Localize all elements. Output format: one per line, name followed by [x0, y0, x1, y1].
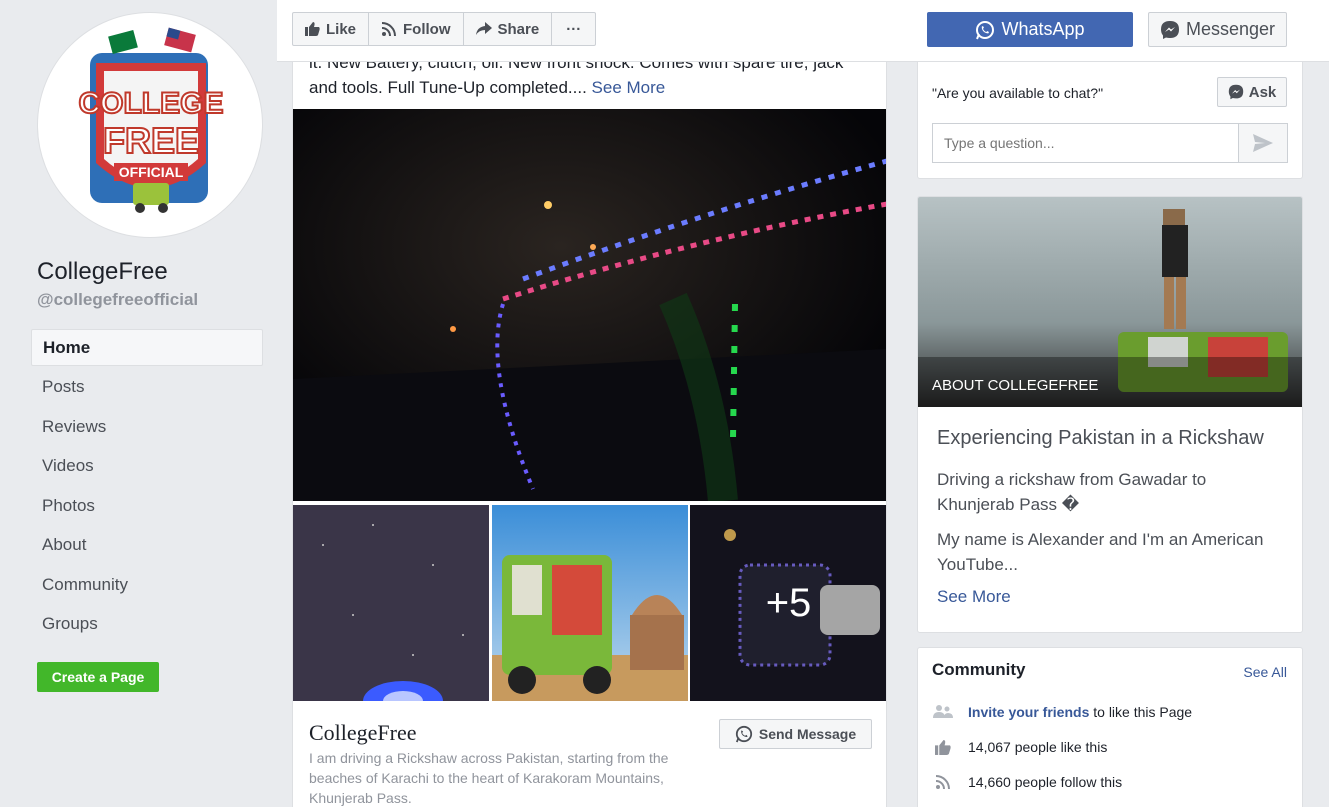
about-see-more-link[interactable]: See More — [937, 587, 1011, 607]
svg-text:OFFICIAL: OFFICIAL — [119, 164, 184, 180]
more-icon: ··· — [566, 20, 582, 38]
about-label: ABOUT COLLEGEFREE — [932, 377, 1099, 394]
share-arrow-icon — [475, 22, 492, 35]
nav-item-groups[interactable]: Groups — [31, 605, 263, 645]
share-label: Share — [497, 20, 540, 38]
post-text: it. New Battery, clutch, oil. New front … — [309, 62, 874, 100]
thumbnail-starry-sky[interactable] — [293, 505, 489, 701]
nav-item-posts[interactable]: Posts — [31, 368, 263, 408]
svg-text:COLLEGE: COLLEGE — [78, 87, 223, 120]
messenger-label: Messenger — [1185, 19, 1276, 39]
chat-suggested-question[interactable]: "Are you available to chat?" — [932, 85, 1103, 101]
page-avatar[interactable]: COLLEGE FREE OFFICIAL — [37, 12, 263, 238]
messenger-icon — [1160, 20, 1179, 39]
post-column: it. New Battery, clutch, oil. New front … — [292, 62, 887, 807]
post-text-line-1: it. New Battery, clutch, oil. New front … — [309, 62, 844, 72]
left-sidebar: COLLEGE FREE OFFICIAL CollegeFree @colle… — [0, 0, 277, 807]
thumbs-up-icon — [932, 739, 954, 755]
nav-item-photos[interactable]: Photos — [31, 487, 263, 527]
about-cover-photo[interactable]: ABOUT COLLEGEFREE — [918, 197, 1302, 407]
chat-panel: "Are you available to chat?" Ask — [917, 62, 1303, 179]
page-card-title[interactable]: CollegeFree — [309, 720, 417, 746]
like-button[interactable]: Like — [293, 13, 370, 45]
page-nav: Home Posts Reviews Videos Photos About C… — [31, 329, 263, 645]
messenger-icon — [1228, 84, 1243, 100]
send-arrow-icon — [1253, 134, 1273, 152]
ask-button[interactable]: Ask — [1217, 77, 1287, 107]
follows-row: 14,660 people follow this — [932, 774, 1122, 790]
svg-text:FREE: FREE — [103, 120, 199, 161]
share-button[interactable]: Share — [464, 13, 553, 45]
rickshaw-desert-image — [492, 505, 688, 701]
nav-item-reviews[interactable]: Reviews — [31, 408, 263, 448]
thumbnail-more-photos[interactable]: +5 — [690, 505, 886, 701]
about-title[interactable]: Experiencing Pakistan in a Rickshaw — [937, 427, 1264, 450]
send-message-label: Send Message — [758, 726, 857, 742]
whatsapp-button[interactable]: WhatsApp — [927, 12, 1133, 47]
about-paragraph-2: My name is Alexander and I'm an American… — [937, 530, 1264, 574]
thumbnail-rickshaw-tomb[interactable] — [492, 505, 688, 701]
follow-button[interactable]: Follow — [369, 13, 464, 45]
likes-count: 14,067 people like this — [968, 739, 1108, 755]
post-text-line-2: and tools. Full Tune-Up completed.... Se… — [309, 78, 666, 97]
like-label: Like — [326, 20, 357, 38]
rss-icon — [932, 774, 954, 790]
night-rickshaw-lights-image — [293, 109, 886, 501]
page-action-bar: Like Follow Share ··· WhatsApp Messenger — [277, 0, 1329, 62]
follow-label: Follow — [403, 20, 451, 38]
about-panel: ABOUT COLLEGEFREE Experiencing Pakistan … — [917, 196, 1303, 633]
college-free-logo: COLLEGE FREE OFFICIAL — [77, 27, 225, 213]
more-options-button[interactable]: ··· — [552, 13, 595, 45]
send-message-button[interactable]: Send Message — [719, 719, 872, 749]
page-card-description: I am driving a Rickshaw across Pakistan,… — [309, 750, 669, 806]
post-photo-thumbnails: +5 — [293, 505, 886, 701]
rss-icon — [381, 22, 397, 37]
whatsapp-icon — [976, 20, 995, 39]
chat-send-button[interactable] — [1238, 123, 1288, 163]
page-actions: Like Follow Share ··· — [292, 12, 597, 46]
post-main-photo[interactable] — [293, 109, 886, 501]
more-photos-count: +5 — [690, 505, 886, 701]
nav-item-community[interactable]: Community — [31, 566, 263, 606]
page-name[interactable]: CollegeFree — [37, 258, 168, 286]
thumbs-up-icon — [305, 22, 320, 36]
ask-label: Ask — [1248, 83, 1277, 101]
invite-friends-link[interactable]: Invite your friends — [968, 704, 1089, 720]
community-see-all-link[interactable]: See All — [1243, 664, 1287, 680]
messenger-button[interactable]: Messenger — [1148, 12, 1287, 47]
nav-item-home[interactable]: Home — [31, 329, 263, 366]
about-paragraph-1: Driving a rickshaw from Gawadar to Khunj… — [937, 470, 1207, 514]
invite-friends-row: Invite your friends to like this Page — [932, 704, 1192, 720]
community-title: Community — [932, 660, 1026, 679]
likes-row: 14,067 people like this — [932, 739, 1107, 755]
man-on-rickshaw-image — [918, 197, 1302, 407]
nav-item-about[interactable]: About — [31, 526, 263, 566]
whatsapp-label: WhatsApp — [1001, 19, 1085, 39]
nav-item-videos[interactable]: Videos — [31, 447, 263, 487]
people-icon — [932, 704, 954, 720]
whatsapp-icon — [735, 725, 752, 743]
page-handle[interactable]: @collegefreeofficial — [37, 290, 198, 310]
create-page-button[interactable]: Create a Page — [37, 662, 159, 692]
starry-night-image — [293, 505, 489, 701]
follows-count: 14,660 people follow this — [968, 774, 1123, 790]
community-panel: Community See All Invite your friends to… — [917, 647, 1303, 807]
post-see-more-link[interactable]: See More — [592, 78, 666, 97]
chat-question-input[interactable] — [932, 123, 1239, 163]
